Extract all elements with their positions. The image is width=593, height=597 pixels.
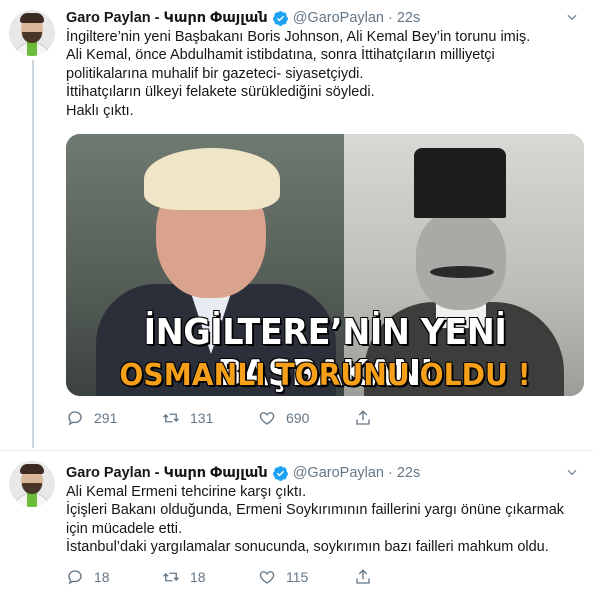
- share-button[interactable]: [354, 568, 450, 586]
- thread-connector-line: [32, 60, 34, 448]
- timestamp[interactable]: 22s: [397, 465, 420, 481]
- retweet-count: 131: [190, 410, 214, 427]
- timestamp[interactable]: 22s: [397, 10, 420, 26]
- tweet-actions: 18 18 115: [66, 567, 579, 587]
- tweet-text: Ali Kemal Ermeni tehcirine karşı çıktı. …: [66, 483, 579, 557]
- tweet-actions: 291 131 690: [66, 408, 579, 428]
- reply-count: 18: [94, 568, 110, 585]
- share-button[interactable]: [354, 409, 450, 427]
- chevron-down-icon[interactable]: [565, 465, 579, 479]
- like-button[interactable]: 690: [258, 409, 354, 427]
- retweet-count: 18: [190, 568, 206, 585]
- tweet-text-line: Haklı çıktı.: [66, 102, 134, 119]
- verified-badge-icon: [272, 10, 288, 26]
- author-handle[interactable]: @GaroPaylan: [293, 10, 384, 26]
- avatar[interactable]: [9, 461, 55, 507]
- tweet-header: Garo Paylan - Կարո Փայլան @GaroPaylan · …: [66, 8, 579, 28]
- tweet-text-line: İstanbul’daki yargılamalar sonucunda, so…: [66, 539, 549, 556]
- tweet-content: Garo Paylan - Կարո Փայլան @GaroPaylan · …: [66, 463, 579, 587]
- tweet-text-line: Ali Kemal, önce Abdulhamit istibdatına, …: [66, 47, 495, 64]
- tweet[interactable]: Garo Paylan - Կարո Փայլան @GaroPaylan · …: [0, 450, 593, 597]
- image-subheadline: OSMANLI TORUNU OLDU !: [119, 358, 531, 394]
- like-button[interactable]: 115: [258, 568, 354, 586]
- avatar[interactable]: [9, 10, 55, 56]
- share-icon: [356, 410, 370, 425]
- author-name[interactable]: Garo Paylan - Կարո Փայլան: [66, 465, 268, 481]
- verified-badge-icon: [272, 465, 288, 481]
- reply-button[interactable]: 18: [66, 568, 162, 586]
- reply-icon: [68, 411, 82, 426]
- like-count: 115: [286, 568, 309, 585]
- separator-dot: ·: [388, 10, 393, 26]
- reply-icon: [68, 569, 82, 584]
- tweet[interactable]: Garo Paylan - Կարո Փայլան @GaroPaylan · …: [0, 0, 593, 450]
- tweet-text-line: için mücadele etti.: [66, 520, 183, 537]
- tweet-text: İngiltere’nin yeni Başbakanı Boris Johns…: [66, 28, 579, 120]
- retweet-button[interactable]: 131: [162, 409, 258, 427]
- tweet-content: Garo Paylan - Կարո Փայլան @GaroPaylan · …: [66, 8, 584, 428]
- tweet-text-line: Ali Kemal Ermeni tehcirine karşı çıktı.: [66, 484, 307, 500]
- reply-count: 291: [94, 410, 118, 427]
- tweet-image[interactable]: İNGİLTERE’NİN YENİ BAŞBAKANI OSMANLI TOR…: [66, 134, 584, 397]
- tweet-text-line: İttihatçıların ülkeyi felakete sürükledi…: [66, 84, 375, 101]
- share-icon: [356, 568, 370, 584]
- tweet-text-line: politikalarına muhalif bir gazeteci- siy…: [66, 65, 364, 82]
- author-name[interactable]: Garo Paylan - Կարո Փայլան: [66, 10, 268, 26]
- retweet-icon: [163, 413, 179, 423]
- retweet-button[interactable]: 18: [162, 568, 258, 586]
- reply-button[interactable]: 291: [66, 409, 162, 427]
- like-count: 690: [286, 410, 310, 427]
- chevron-down-icon[interactable]: [565, 10, 579, 24]
- tweet-header: Garo Paylan - Կարո Փայլան @GaroPaylan · …: [66, 463, 579, 483]
- tweet-text-line: İçişleri Bakanı olduğunda, Ermeni Soykır…: [66, 502, 565, 519]
- tweet-text-line: İngiltere’nin yeni Başbakanı Boris Johns…: [66, 29, 531, 45]
- heart-icon: [259, 412, 275, 425]
- heart-icon: [259, 570, 275, 584]
- author-handle[interactable]: @GaroPaylan: [293, 465, 384, 481]
- retweet-icon: [163, 572, 179, 582]
- separator-dot: ·: [388, 465, 393, 481]
